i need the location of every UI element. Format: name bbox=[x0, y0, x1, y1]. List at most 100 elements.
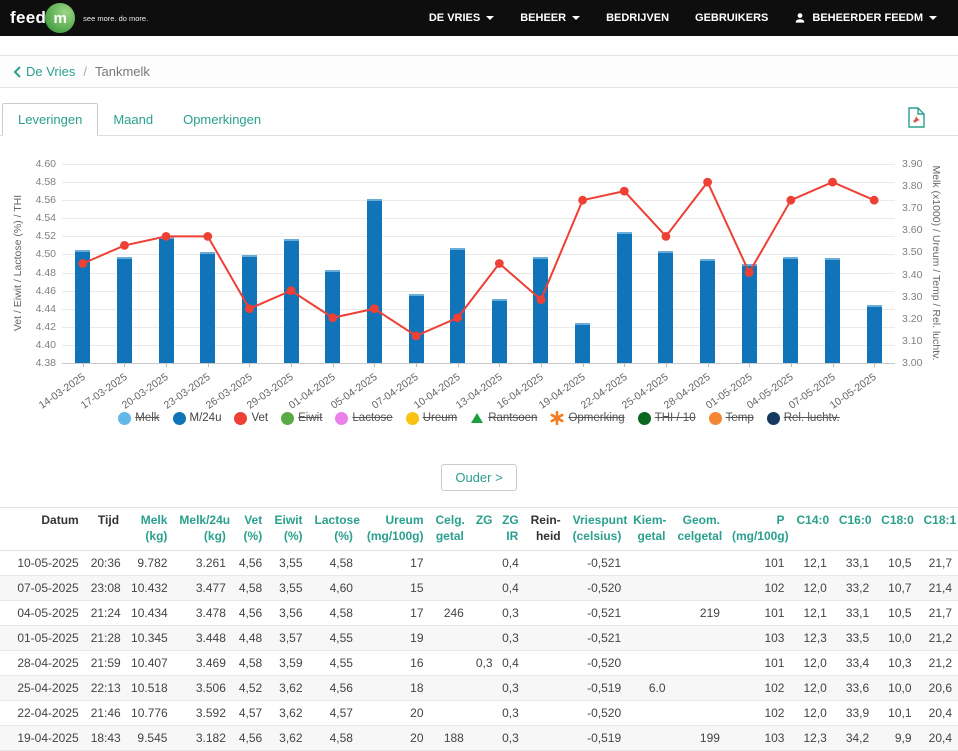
table-cell bbox=[672, 651, 726, 676]
table-cell: 6.0 bbox=[627, 676, 671, 701]
table-cell: 4,48 bbox=[232, 626, 268, 651]
table-header-lactose[interactable]: Lactose(%) bbox=[309, 508, 359, 551]
table-cell: 0,4 bbox=[496, 651, 524, 676]
table-cell: 246 bbox=[430, 601, 470, 626]
header-title: ZG bbox=[502, 513, 518, 529]
table-header-ureum-mg-100g[interactable]: Ureum(mg/100g) bbox=[359, 508, 430, 551]
table-header-vriespunt-celsius[interactable]: Vriespunt(celsius) bbox=[567, 508, 628, 551]
x-axis-label: 14-03-2025 bbox=[37, 371, 88, 412]
table-header-p-mg-100g[interactable]: P(mg/100g) bbox=[726, 508, 791, 551]
nav-item-de-vries[interactable]: DE VRIES bbox=[416, 0, 507, 36]
table-cell bbox=[672, 551, 726, 576]
table-header-zg[interactable]: ZG bbox=[470, 508, 496, 551]
table-cell: 12,0 bbox=[790, 651, 832, 676]
table-cell: 33,1 bbox=[833, 551, 875, 576]
legend-item-thi-10[interactable]: THI / 10 bbox=[638, 412, 696, 425]
table-cell: -0,521 bbox=[567, 601, 628, 626]
line-point bbox=[78, 259, 87, 268]
table-cell: 101 bbox=[726, 551, 791, 576]
header-unit: celgetal bbox=[678, 529, 720, 545]
table-cell: 9,9 bbox=[875, 726, 917, 751]
table-header-geom-celgetal[interactable]: Geom.celgetal bbox=[672, 508, 726, 551]
table-cell: 3.592 bbox=[173, 701, 231, 726]
legend-item-rel-luchtv[interactable]: Rel. luchtv. bbox=[767, 412, 840, 425]
y-axis-right-tick-label: 3.60 bbox=[902, 225, 922, 235]
table-cell: 4,58 bbox=[232, 576, 268, 601]
legend-item-rantsoen[interactable]: Rantsoen bbox=[470, 412, 537, 424]
line-point bbox=[162, 232, 171, 241]
table-cell bbox=[524, 676, 566, 701]
table-body: 10-05-202520:369.7823.2614,563,554,58170… bbox=[0, 551, 958, 751]
table-cell: 10,0 bbox=[875, 626, 917, 651]
table-cell: 102 bbox=[726, 701, 791, 726]
legend-item-eiwit[interactable]: Eiwit bbox=[281, 412, 322, 425]
y-axis-right-tick-label: 3.10 bbox=[902, 336, 922, 346]
table-cell: 12,3 bbox=[790, 726, 832, 751]
table-header-vet[interactable]: Vet(%) bbox=[232, 508, 268, 551]
legend-item-ureum[interactable]: Ureum bbox=[406, 412, 458, 425]
table-header-tijd: Tijd bbox=[85, 508, 125, 551]
table-cell: 4,58 bbox=[232, 651, 268, 676]
table-header-c18-1[interactable]: C18:1 bbox=[918, 508, 958, 551]
table-row: 10-05-202520:369.7823.2614,563,554,58170… bbox=[0, 551, 958, 576]
table-cell: 9.782 bbox=[125, 551, 173, 576]
nav-item-bedrijven[interactable]: BEDRIJVEN bbox=[593, 0, 682, 36]
table-cell: 3,55 bbox=[268, 551, 308, 576]
breadcrumb-link-de-vries[interactable]: De Vries bbox=[26, 64, 75, 79]
header-title: Datum bbox=[6, 513, 79, 529]
table-cell bbox=[430, 676, 470, 701]
table-cell: 10.776 bbox=[125, 701, 173, 726]
table-cell: 103 bbox=[726, 726, 791, 751]
table-cell bbox=[470, 701, 496, 726]
nav-item-beheerder-feedm[interactable]: BEHEERDER FEEDM bbox=[781, 0, 950, 36]
pdf-export-button[interactable] bbox=[908, 107, 925, 128]
legend-item-opmerking[interactable]: Opmerking bbox=[550, 411, 624, 425]
table-cell bbox=[672, 676, 726, 701]
table-header-celg-getal[interactable]: Celg.getal bbox=[430, 508, 470, 551]
line-point bbox=[328, 313, 337, 322]
table-cell: 188 bbox=[430, 726, 470, 751]
table-cell: 10,5 bbox=[875, 601, 917, 626]
header-title: Vet bbox=[238, 513, 262, 529]
nav-item-gebruikers[interactable]: GEBRUIKERS bbox=[682, 0, 781, 36]
tab-opmerkingen[interactable]: Opmerkingen bbox=[168, 104, 276, 135]
legend-item-vet[interactable]: Vet bbox=[234, 412, 268, 425]
header-unit: IR bbox=[502, 529, 518, 545]
table-cell: 4,56 bbox=[232, 726, 268, 751]
nav-item-beheer[interactable]: BEHEER bbox=[507, 0, 593, 36]
table-header-c18-0[interactable]: C18:0 bbox=[875, 508, 917, 551]
table-header-melk-kg[interactable]: Melk(kg) bbox=[125, 508, 173, 551]
table-header-zg-ir[interactable]: ZGIR bbox=[496, 508, 524, 551]
back-chevron-icon[interactable] bbox=[13, 66, 21, 78]
header-unit: (kg) bbox=[131, 529, 167, 545]
breadcrumb-separator: / bbox=[83, 64, 87, 79]
legend-label: Temp bbox=[726, 412, 754, 424]
table-cell bbox=[627, 726, 671, 751]
legend-item-melk[interactable]: Melk bbox=[118, 412, 159, 425]
table-header-c14-0[interactable]: C14:0 bbox=[790, 508, 832, 551]
line-series-vet bbox=[62, 164, 895, 375]
table-header-kiem-getal[interactable]: Kiem-getal bbox=[627, 508, 671, 551]
table-cell: 33,9 bbox=[833, 701, 875, 726]
legend-item-lactose[interactable]: Lactose bbox=[335, 412, 392, 425]
legend-item-m-24u[interactable]: M/24u bbox=[173, 412, 222, 425]
table-cell: 3.478 bbox=[173, 601, 231, 626]
table-header-datum: Datum bbox=[0, 508, 85, 551]
logo-m-circle: m bbox=[45, 3, 75, 33]
table-header-c16-0[interactable]: C16:0 bbox=[833, 508, 875, 551]
line-point bbox=[453, 313, 462, 322]
header-unit: (kg) bbox=[179, 529, 225, 545]
tab-leveringen[interactable]: Leveringen bbox=[2, 103, 98, 136]
table-cell: 20 bbox=[359, 726, 430, 751]
older-button[interactable]: Ouder > bbox=[441, 464, 516, 491]
table-cell bbox=[470, 576, 496, 601]
table-cell: 33,2 bbox=[833, 576, 875, 601]
circle-icon bbox=[709, 412, 722, 425]
table-header-eiwit[interactable]: Eiwit(%) bbox=[268, 508, 308, 551]
table-header-melk-24u-kg[interactable]: Melk/24u(kg) bbox=[173, 508, 231, 551]
table-cell: 25-04-2025 bbox=[0, 676, 85, 701]
table-cell: 4,56 bbox=[309, 676, 359, 701]
tab-maand[interactable]: Maand bbox=[98, 104, 168, 135]
legend-item-temp[interactable]: Temp bbox=[709, 412, 754, 425]
table-cell: 22:13 bbox=[85, 676, 125, 701]
